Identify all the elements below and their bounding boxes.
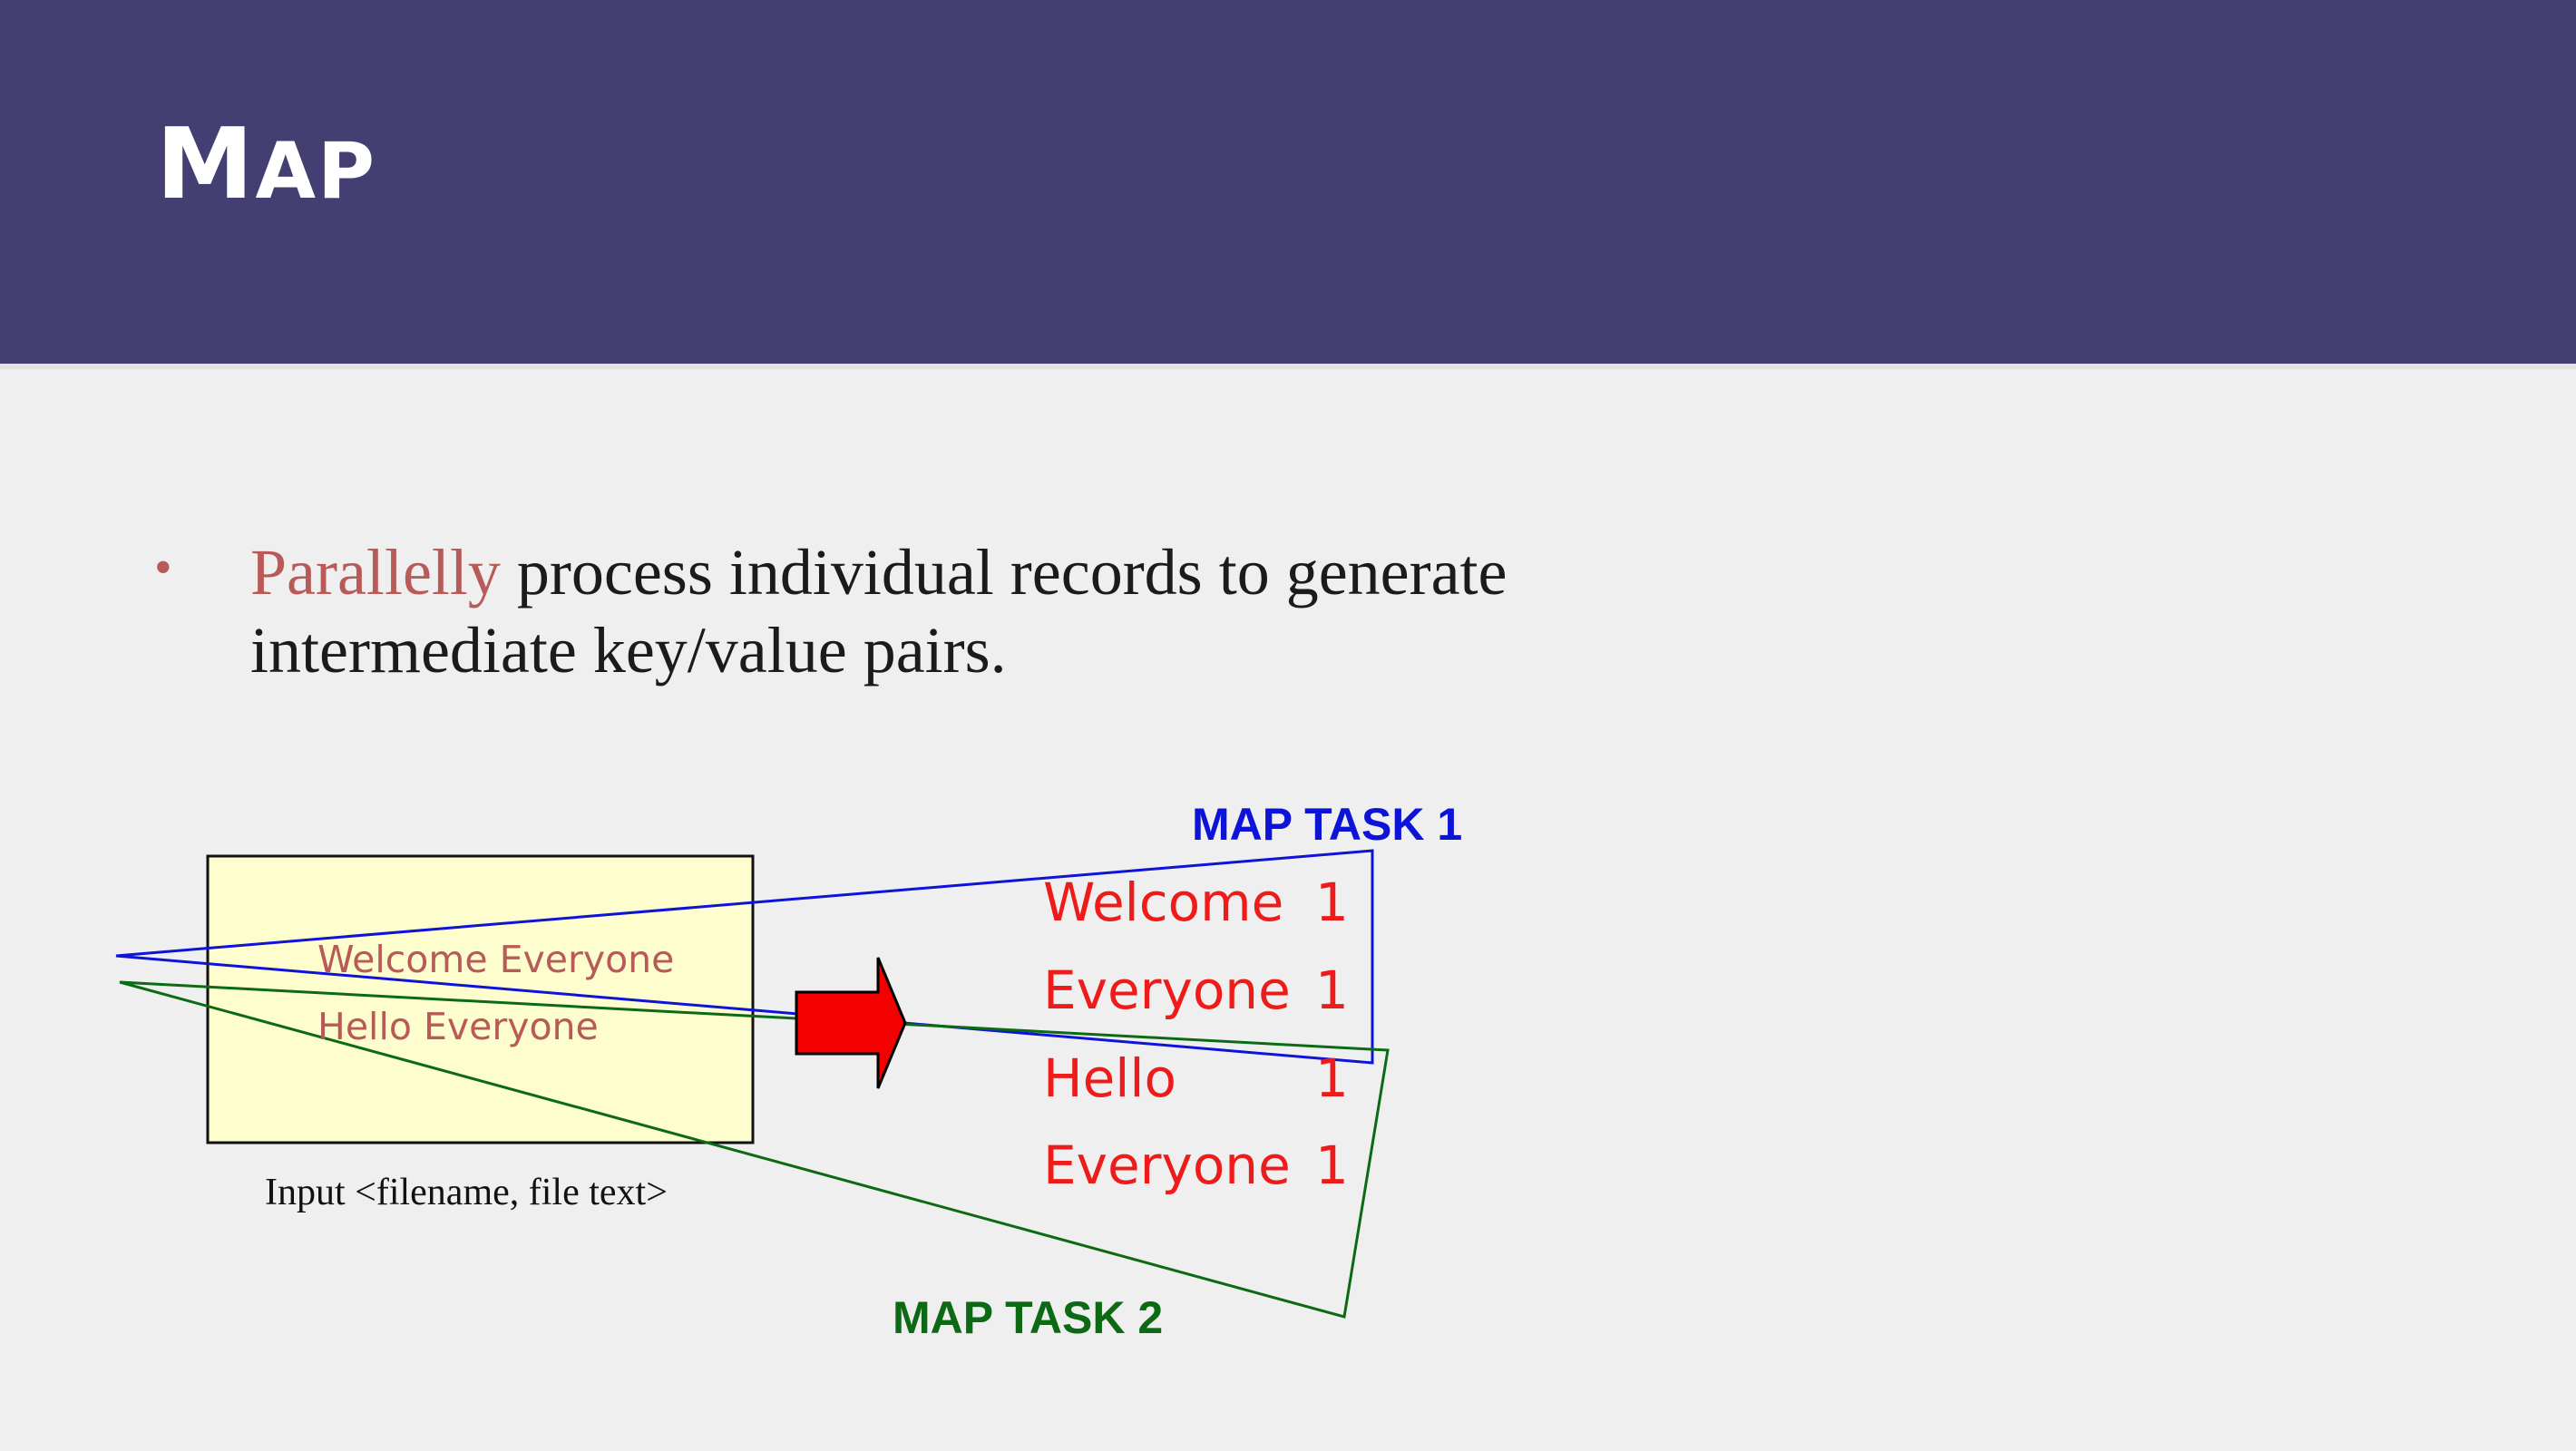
- input-line-2: Hello Everyone: [317, 1005, 599, 1048]
- map-diagram: [115, 849, 1390, 1319]
- output-row: Everyone 1: [1043, 1139, 1351, 1203]
- output-value: 1: [1315, 872, 1349, 933]
- output-value: 1: [1315, 1135, 1349, 1196]
- output-key: Welcome: [1043, 872, 1284, 933]
- input-caption: Input <filename, file text>: [265, 1172, 668, 1213]
- map-task-1-label: MAP TASK 1: [1192, 799, 1463, 850]
- output-key: Everyone: [1043, 959, 1291, 1021]
- output-row: Hello 1: [1043, 1052, 1351, 1115]
- output-row: Welcome 1: [1043, 876, 1351, 940]
- output-value: 1: [1315, 1047, 1349, 1109]
- map-task-2-label: MAP TASK 2: [893, 1292, 1164, 1343]
- input-line-1: Welcome Everyone: [317, 938, 675, 981]
- output-key: Everyone: [1043, 1135, 1291, 1196]
- output-value: 1: [1315, 959, 1349, 1021]
- input-box: [206, 854, 755, 1144]
- right-arrow-icon: [795, 957, 907, 1089]
- output-key: Hello: [1043, 1047, 1177, 1109]
- output-row: Everyone 1: [1043, 964, 1351, 1027]
